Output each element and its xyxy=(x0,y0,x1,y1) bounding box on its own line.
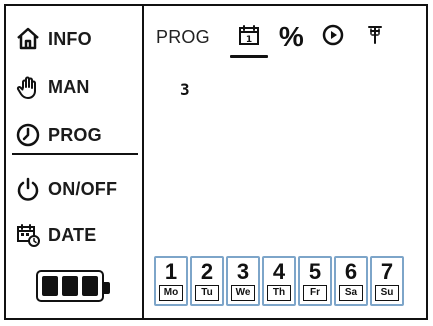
sidebar-item-label-info: INFO xyxy=(48,28,92,49)
day-number: 4 xyxy=(272,259,286,284)
battery-cell xyxy=(42,276,58,296)
hand-icon xyxy=(14,73,42,101)
day-abbr: Sa xyxy=(339,285,363,301)
ui-frame: INFO MAN PROG ON/OFF DATE PROG 1 % 3 1 M… xyxy=(4,4,428,320)
tab-valve[interactable] xyxy=(360,22,390,52)
tab-prog-title[interactable]: PROG xyxy=(156,22,210,52)
day-number: 6 xyxy=(344,259,358,284)
day-fr[interactable]: 5 Fr xyxy=(298,256,332,306)
day-abbr: Tu xyxy=(195,285,219,301)
day-abbr: Th xyxy=(267,285,291,301)
day-number: 3 xyxy=(236,259,250,284)
battery-cell xyxy=(62,276,78,296)
sidebar-item-info[interactable]: INFO xyxy=(14,24,92,54)
clock-icon xyxy=(14,121,42,149)
sidebar-item-label-prog: PROG xyxy=(48,124,102,145)
day-abbr: We xyxy=(231,285,255,301)
day-abbr: Mo xyxy=(159,285,183,301)
sidebar-item-date[interactable]: DATE xyxy=(14,220,96,250)
day-we[interactable]: 3 We xyxy=(226,256,260,306)
power-icon xyxy=(14,175,42,203)
battery-cell xyxy=(82,276,98,296)
day-number: 2 xyxy=(200,259,214,284)
valve-icon xyxy=(363,23,387,52)
play-icon xyxy=(321,23,345,52)
day-su[interactable]: 7 Su xyxy=(370,256,404,306)
percent-icon: % xyxy=(278,21,304,52)
battery-icon xyxy=(36,270,110,302)
day-number: 7 xyxy=(380,259,394,284)
program-number: 3 xyxy=(180,80,190,99)
page-title: PROG xyxy=(156,26,210,47)
tab-play[interactable] xyxy=(318,22,348,52)
sidebar-item-on-off[interactable]: ON/OFF xyxy=(14,174,117,204)
main-panel: PROG 1 % 3 1 Mo 2 Tu 3 We 4 Th 5 Fr 6 Sa… xyxy=(144,6,426,318)
sidebar-item-label-on-off: ON/OFF xyxy=(48,178,118,199)
day-abbr: Fr xyxy=(303,285,327,301)
day-th[interactable]: 4 Th xyxy=(262,256,296,306)
sidebar-item-man[interactable]: MAN xyxy=(14,72,90,102)
sidebar-divider xyxy=(12,153,138,155)
device-screen: INFO MAN PROG ON/OFF DATE PROG 1 % 3 1 M… xyxy=(0,0,433,326)
calendar-icon: 1 xyxy=(238,24,260,51)
sidebar-item-prog[interactable]: PROG xyxy=(14,120,102,150)
sidebar-item-label-date: DATE xyxy=(48,224,97,245)
day-abbr: Su xyxy=(375,285,399,301)
weekday-selector: 1 Mo 2 Tu 3 We 4 Th 5 Fr 6 Sa 7 Su xyxy=(154,256,404,306)
calendar-icon-label: 1 xyxy=(246,35,252,45)
header-tabs: PROG 1 % xyxy=(156,16,426,58)
day-number: 1 xyxy=(164,259,178,284)
tab-percent[interactable]: % xyxy=(276,22,306,52)
calendar-clock-icon xyxy=(14,221,42,249)
sidebar-item-label-man: MAN xyxy=(48,76,90,97)
day-tu[interactable]: 2 Tu xyxy=(190,256,224,306)
day-number: 5 xyxy=(308,259,322,284)
day-sa[interactable]: 6 Sa xyxy=(334,256,368,306)
tab-calendar[interactable]: 1 xyxy=(229,22,268,58)
day-mo[interactable]: 1 Mo xyxy=(154,256,188,306)
home-icon xyxy=(14,25,42,53)
sidebar: INFO MAN PROG ON/OFF DATE xyxy=(6,6,144,318)
